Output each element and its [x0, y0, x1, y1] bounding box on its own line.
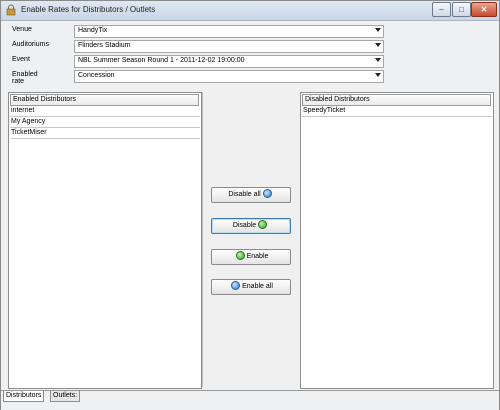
enabled-rate-label: Enabled rate	[12, 71, 38, 85]
enable-button[interactable]: Enable	[211, 249, 291, 265]
arrow-left-icon	[235, 250, 245, 260]
chevron-down-icon[interactable]	[375, 28, 381, 32]
tab-distributors[interactable]: Distributors	[3, 391, 45, 402]
refresh-icon	[262, 188, 272, 198]
venue-value: HandyTix	[78, 27, 108, 34]
venue-label: Venue	[12, 26, 32, 33]
event-value: NBL Summer Season Round 1 - 2011-12-02 1…	[78, 57, 245, 64]
enabled-rate-select[interactable]: Concession	[74, 70, 384, 83]
lock-icon	[6, 4, 16, 16]
maximize-button[interactable]: □	[452, 2, 471, 17]
close-button[interactable]: ✕	[471, 2, 497, 17]
enabled-distributors-list[interactable]: Enabled Distributors internet My Agency …	[8, 92, 202, 389]
disabled-distributors-list[interactable]: Disabled Distributors SpeedyTicket	[300, 92, 494, 389]
chevron-down-icon[interactable]	[375, 43, 381, 47]
enable-label: Enable	[246, 253, 269, 260]
disable-label: Disable	[232, 222, 257, 229]
disable-all-button[interactable]: Disable all	[211, 187, 291, 203]
title-bar[interactable]: Enable Rates for Distributors / Outlets …	[1, 1, 499, 21]
arrow-right-icon	[258, 219, 268, 229]
auditoriums-label: Auditoriums	[12, 41, 49, 48]
tab-outlets[interactable]: Outlets:	[50, 391, 81, 402]
venue-select[interactable]: HandyTix	[74, 25, 384, 38]
chevron-down-icon[interactable]	[375, 73, 381, 77]
list-item[interactable]: My Agency	[10, 117, 200, 128]
event-select[interactable]: NBL Summer Season Round 1 - 2011-12-02 1…	[74, 55, 384, 68]
event-label: Event	[12, 56, 30, 63]
refresh-icon	[231, 280, 241, 290]
enable-all-label: Enable all	[242, 283, 273, 290]
chevron-down-icon[interactable]	[375, 58, 381, 62]
list-item[interactable]: internet	[10, 106, 200, 117]
auditoriums-value: Flinders Stadium	[78, 42, 131, 49]
enable-all-button[interactable]: Enable all	[211, 279, 291, 295]
tab-strip: Distributors Outlets:	[1, 390, 499, 410]
enabled-distributors-header[interactable]: Enabled Distributors	[10, 94, 199, 106]
minimize-button[interactable]: –	[432, 2, 451, 17]
disable-button[interactable]: Disable	[211, 218, 291, 234]
disable-all-label: Disable all	[228, 191, 261, 198]
list-item[interactable]: TicketMiser	[10, 128, 200, 139]
window-title: Enable Rates for Distributors / Outlets	[21, 5, 156, 14]
list-item[interactable]: SpeedyTicket	[302, 106, 492, 117]
dialog-window: Enable Rates for Distributors / Outlets …	[0, 0, 500, 410]
enabled-rate-value: Concession	[78, 72, 115, 79]
auditoriums-select[interactable]: Flinders Stadium	[74, 40, 384, 53]
action-button-panel: Disable all Disable Enable Enable all	[202, 92, 301, 387]
disabled-distributors-header[interactable]: Disabled Distributors	[302, 94, 491, 106]
